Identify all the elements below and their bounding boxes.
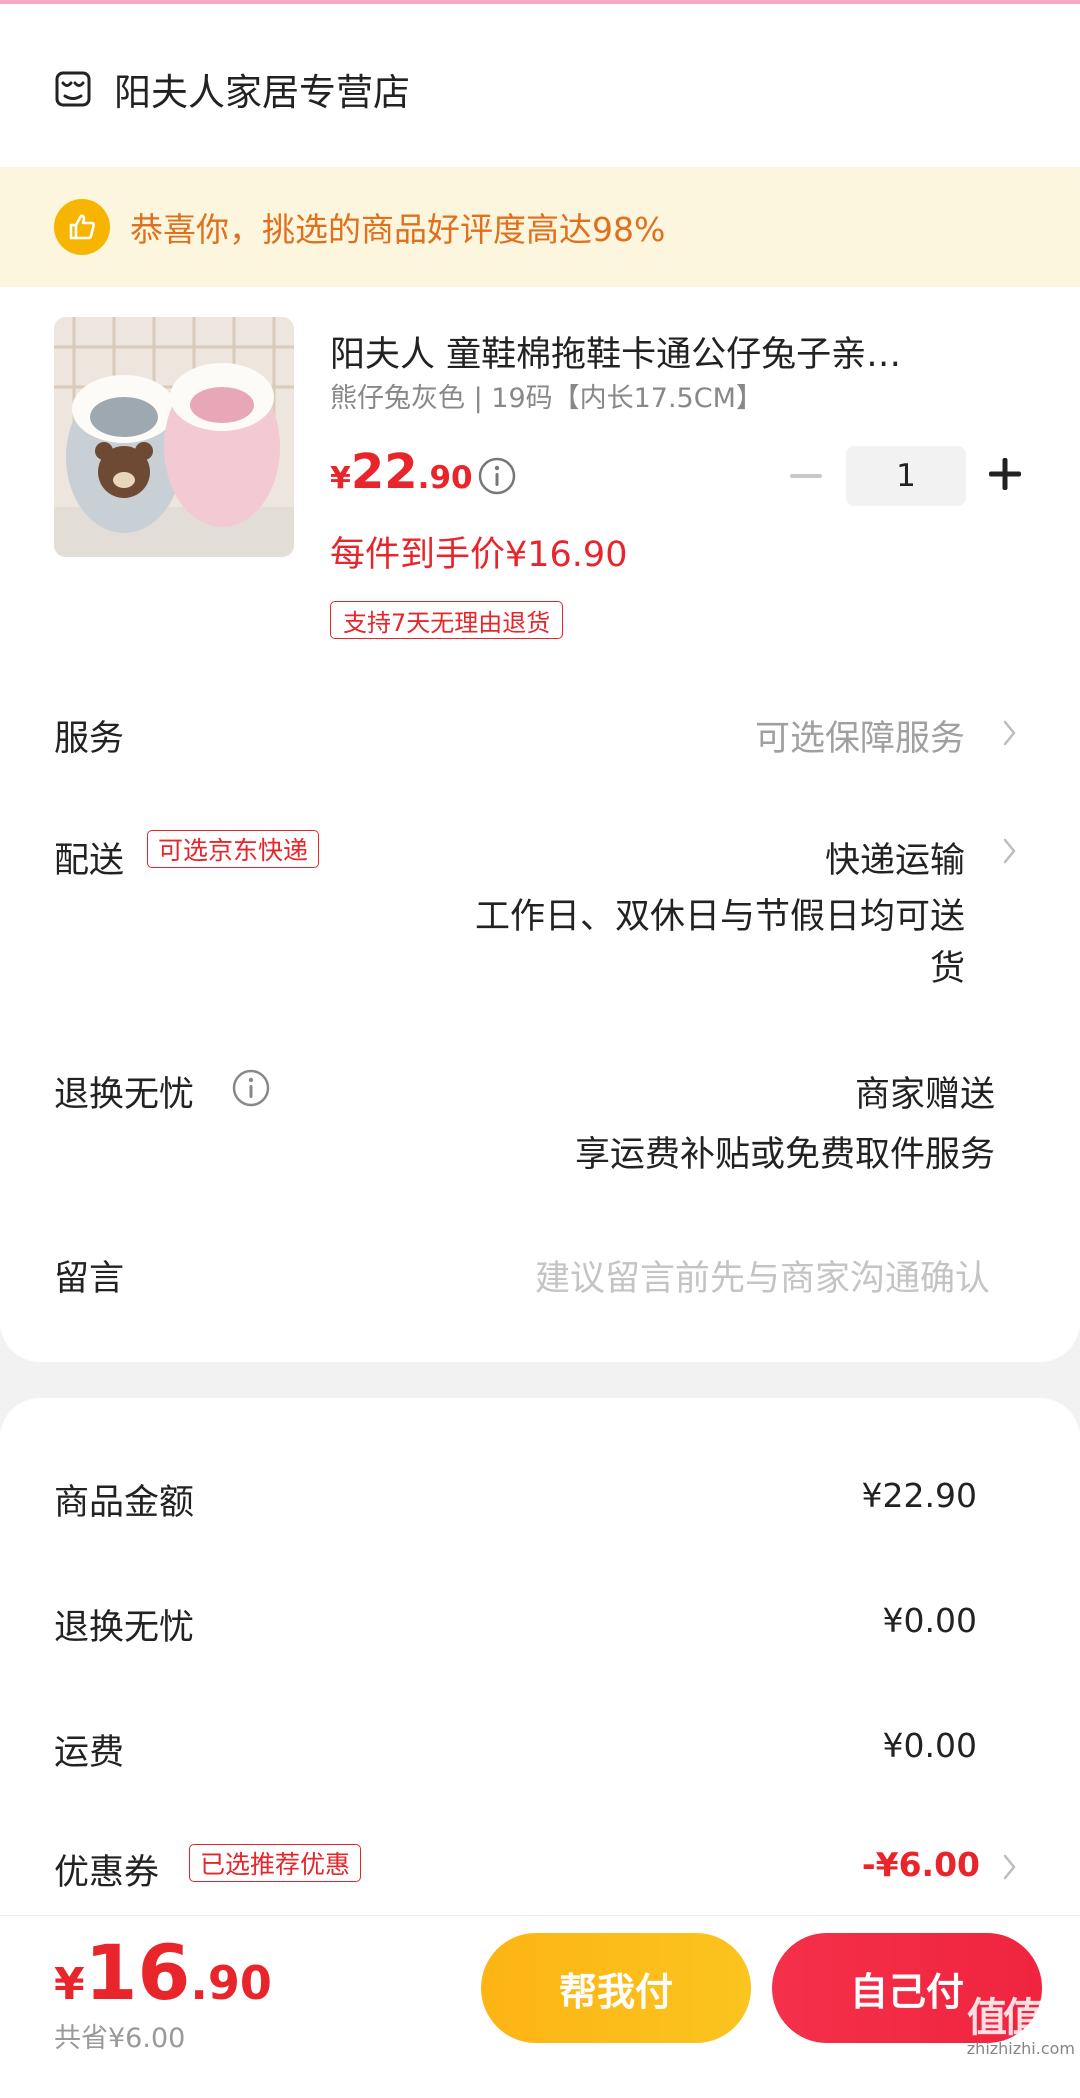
- rating-banner: 恭喜你，挑选的商品好评度高达98%: [0, 167, 1080, 287]
- service-chevron-icon[interactable]: [1000, 716, 1020, 750]
- order-card: 阳夫人家居专营店 恭喜你，挑选的商品好评度高达98% 阳夫人 童鞋棉拖鞋卡通公仔…: [0, 4, 1080, 1362]
- coupon-value[interactable]: -¥6.00: [862, 1845, 980, 1884]
- help-me-pay-button[interactable]: 帮我付: [481, 1933, 751, 2043]
- quantity-decrease-button[interactable]: [786, 456, 826, 496]
- price-decimal: .90: [417, 460, 473, 496]
- coupon-label: 优惠券: [54, 1853, 160, 1893]
- delivery-chevron-icon[interactable]: [1000, 834, 1020, 868]
- quantity-field[interactable]: 1: [846, 446, 966, 506]
- total-decimal: .90: [190, 1956, 272, 2010]
- coupon-recommended-badge[interactable]: 已选推荐优惠: [189, 1844, 362, 1882]
- message-input[interactable]: 建议留言前先与商家沟通确认: [535, 1250, 990, 1301]
- price-currency: ¥: [330, 461, 351, 496]
- product-price: ¥22.90: [330, 444, 473, 500]
- service-value[interactable]: 可选保障服务: [755, 710, 965, 761]
- total-saved: 共省¥6.00: [54, 2023, 186, 2054]
- delivery-note-line2: 货: [929, 949, 965, 989]
- total-currency: ¥: [54, 1959, 85, 2010]
- checkout-bar: ¥16.90 共省¥6.00 帮我付 自己付: [0, 1915, 1080, 2057]
- return-policy-badge: 支持7天无理由退货: [330, 601, 564, 639]
- product-title[interactable]: 阳夫人 童鞋棉拖鞋卡通公仔兔子亲…: [330, 326, 901, 377]
- price-info-icon[interactable]: [477, 456, 517, 496]
- service-label: 服务: [54, 719, 125, 759]
- returns-fee-value: ¥0.00: [882, 1601, 977, 1640]
- returns-value: 商家赠送: [854, 1075, 995, 1115]
- store-header[interactable]: 阳夫人家居专营店: [54, 64, 410, 114]
- thumbs-up-icon: [54, 199, 110, 255]
- store-name: 阳夫人家居专营店: [114, 71, 410, 114]
- returns-info-icon[interactable]: [231, 1068, 271, 1108]
- final-unit-price: 每件到手价¥16.90: [330, 535, 628, 575]
- coupon-chevron-icon[interactable]: [1000, 1850, 1020, 1884]
- product-image[interactable]: [54, 317, 294, 557]
- shipping-value: ¥0.00: [882, 1726, 977, 1765]
- total-integer: 16: [84, 1928, 191, 2017]
- delivery-method[interactable]: 快递运输: [825, 832, 965, 883]
- rating-text: 恭喜你，挑选的商品好评度高达98%: [130, 210, 666, 249]
- watermark-logo: 值值值: [967, 1995, 1079, 2041]
- product-spec[interactable]: 熊仔兔灰色 | 19码【内长17.5CM】: [330, 376, 763, 415]
- quantity-increase-button[interactable]: [985, 454, 1025, 494]
- goods-amount-label: 商品金额: [54, 1483, 195, 1523]
- total-price: ¥16.90: [54, 1928, 272, 2017]
- delivery-label: 配送: [54, 841, 125, 881]
- shipping-label: 运费: [54, 1733, 125, 1773]
- watermark-site: zhizhizhi.com: [966, 2039, 1075, 2058]
- store-icon: [55, 71, 91, 107]
- delivery-note-line1: 工作日、双休日与节假日均可送: [474, 897, 965, 937]
- jd-express-badge[interactable]: 可选京东快递: [147, 830, 320, 868]
- goods-amount-value: ¥22.90: [861, 1476, 977, 1515]
- returns-note: 享运费补贴或免费取件服务: [574, 1135, 995, 1175]
- message-label: 留言: [54, 1259, 125, 1299]
- watermark: 值值值 zhizhizhi.com: [930, 1985, 1079, 2058]
- price-integer: 22: [350, 444, 418, 500]
- returns-label: 退换无忧: [54, 1075, 195, 1115]
- returns-fee-label: 退换无忧: [54, 1608, 195, 1648]
